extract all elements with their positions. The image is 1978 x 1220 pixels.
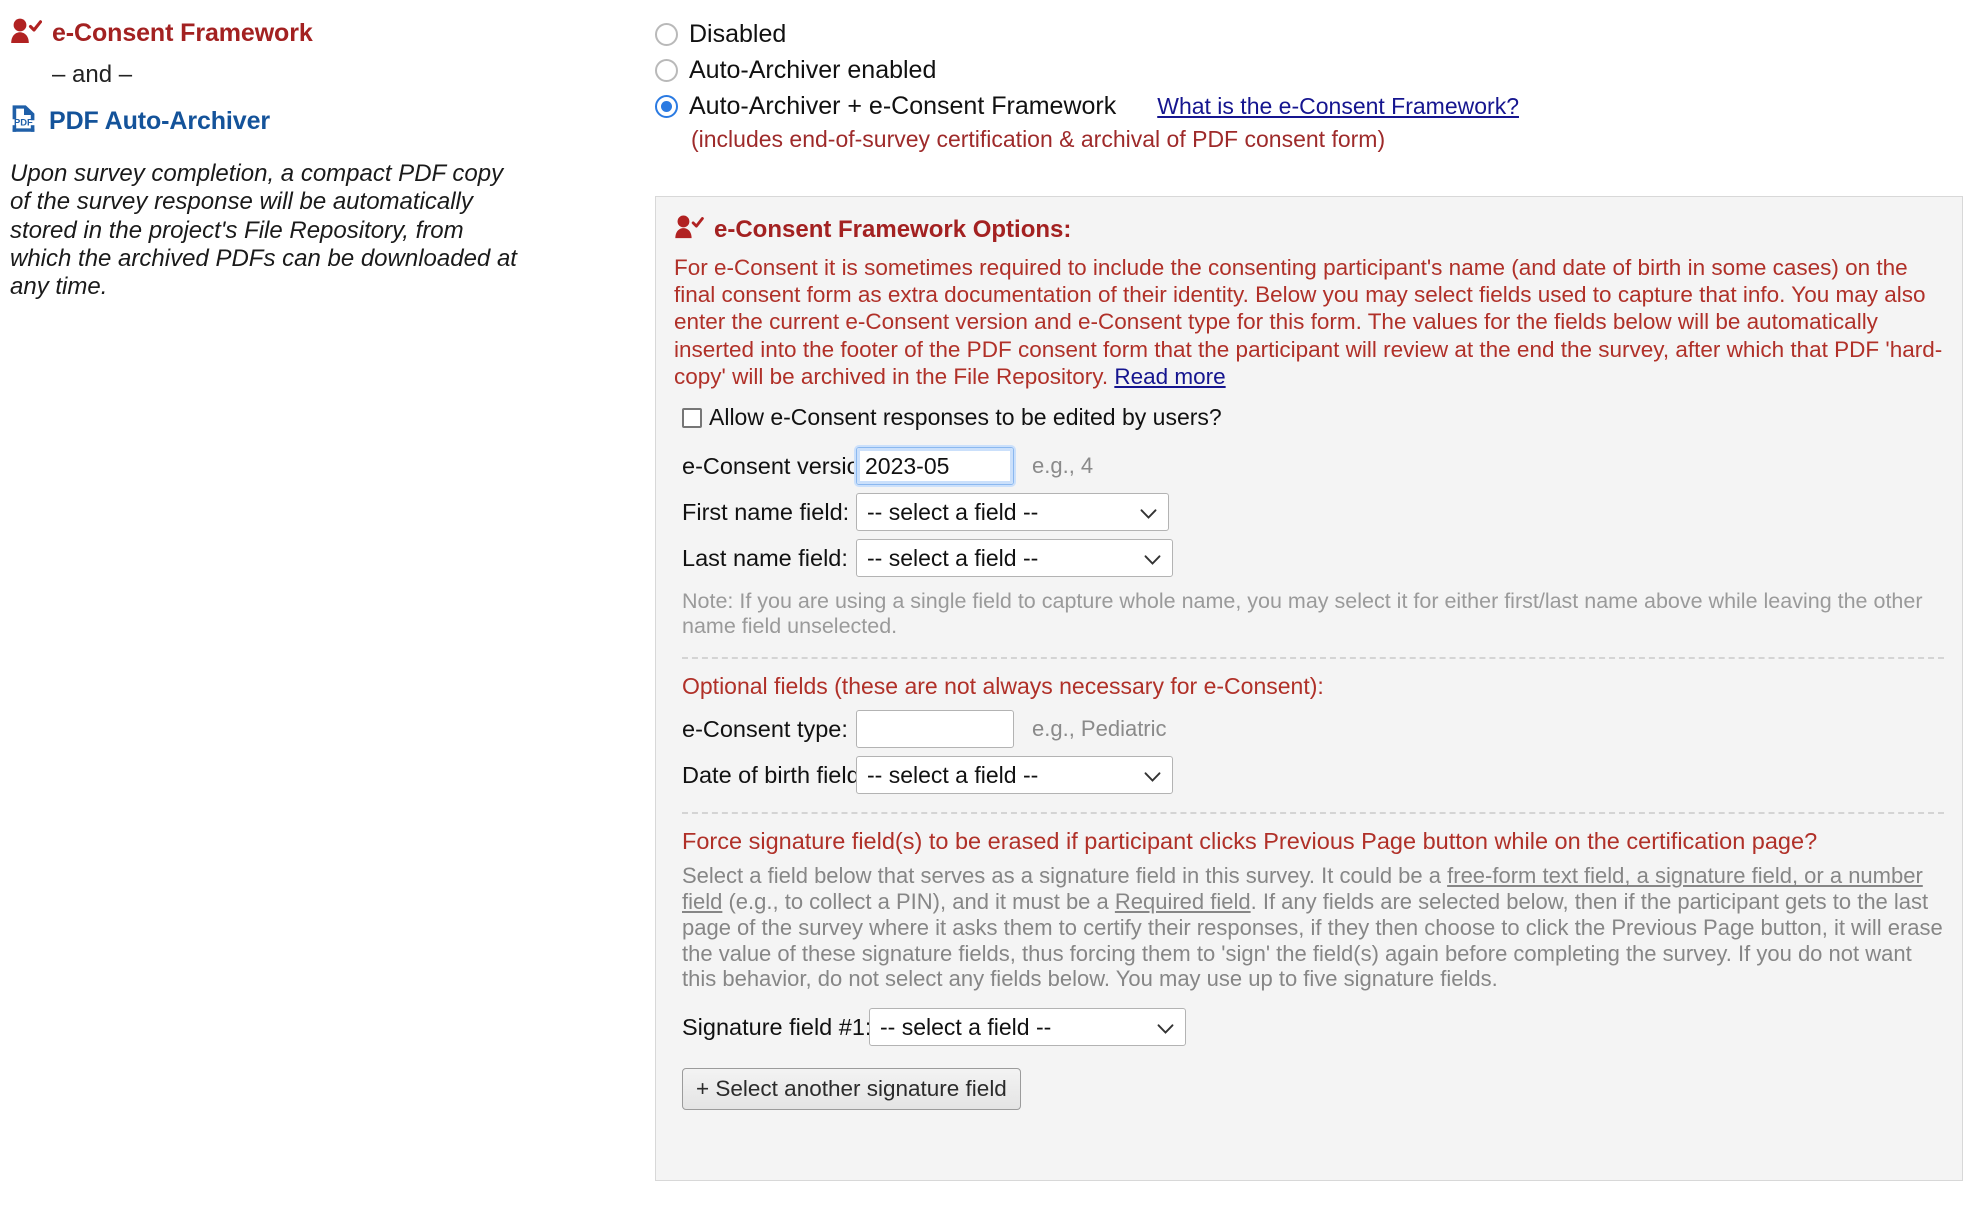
user-check-icon bbox=[10, 18, 43, 49]
what-is-econsent-link[interactable]: What is the e-Consent Framework? bbox=[1157, 93, 1519, 120]
divider-signature bbox=[682, 812, 1944, 815]
optional-fields-heading: Optional fields (these are not always ne… bbox=[682, 673, 1324, 700]
left-description-column: e-Consent Framework – and – PDF PDF Auto… bbox=[10, 18, 630, 302]
signature-desc-part-2: (e.g., to collect a PIN), and it must be… bbox=[722, 889, 1115, 915]
econsent-framework-heading: e-Consent Framework bbox=[10, 18, 630, 49]
radio-option-disabled[interactable]: Disabled bbox=[655, 16, 1965, 52]
force-signature-heading: Force signature field(s) to be erased if… bbox=[682, 828, 1818, 855]
date-of-birth-field-label: Date of birth field: bbox=[682, 761, 867, 788]
chevron-down-icon bbox=[1157, 1014, 1174, 1041]
left-description-text: Upon survey completion, a compact PDF co… bbox=[10, 160, 517, 301]
read-more-link[interactable]: Read more bbox=[1114, 364, 1225, 389]
radio-option-auto-archiver-econsent[interactable]: Auto-Archiver + e-Consent Framework What… bbox=[655, 88, 1965, 124]
first-name-field-label: First name field: bbox=[682, 498, 850, 525]
radio-label-auto-archiver-econsent: Auto-Archiver + e-Consent Framework bbox=[689, 91, 1117, 120]
signature-field-1-select[interactable]: -- select a field -- bbox=[869, 1008, 1186, 1047]
archiver-mode-radio-group[interactable]: Disabled Auto-Archiver enabled Auto-Arch… bbox=[655, 16, 1965, 153]
radio-disabled-icon[interactable] bbox=[655, 22, 678, 46]
econsent-options-panel: e-Consent Framework Options: For e-Conse… bbox=[655, 196, 1963, 1181]
chevron-down-icon bbox=[1144, 762, 1161, 789]
last-name-field-row: Last name field: -- select a field -- bbox=[674, 539, 1944, 578]
econsent-type-input[interactable] bbox=[856, 710, 1014, 749]
panel-heading-row: e-Consent Framework Options: bbox=[674, 215, 1944, 244]
econsent-version-input[interactable] bbox=[856, 447, 1014, 486]
pdf-auto-archiver-heading: PDF PDF Auto-Archiver bbox=[10, 103, 630, 140]
econsent-type-label: e-Consent type: bbox=[682, 715, 848, 742]
panel-description-text: For e-Consent it is sometimes required t… bbox=[674, 255, 1943, 389]
econsent-type-hint: e.g., Pediatric bbox=[1032, 716, 1167, 742]
svg-text:PDF: PDF bbox=[14, 117, 33, 128]
radio-label-disabled: Disabled bbox=[689, 19, 787, 48]
signature-description: Select a field below that serves as a si… bbox=[682, 863, 1944, 992]
panel-description: For e-Consent it is sometimes required t… bbox=[674, 254, 1944, 390]
pdf-file-icon: PDF bbox=[10, 103, 37, 140]
and-separator-label: – and – bbox=[52, 61, 133, 88]
econsent-version-hint: e.g., 4 bbox=[1032, 453, 1094, 479]
add-signature-field-button[interactable]: + Select another signature field bbox=[682, 1068, 1021, 1111]
chevron-down-icon bbox=[1144, 545, 1161, 572]
first-name-field-value: -- select a field -- bbox=[867, 498, 1039, 525]
date-of-birth-field-value: -- select a field -- bbox=[867, 761, 1039, 788]
econsent-framework-title: e-Consent Framework bbox=[52, 19, 313, 47]
signature-desc-part-1: Select a field below that serves as a si… bbox=[682, 863, 1448, 889]
whole-name-note: Note: If you are using a single field to… bbox=[682, 589, 1923, 639]
first-name-field-row: First name field: -- select a field -- bbox=[674, 493, 1944, 532]
divider-optional bbox=[682, 657, 1944, 660]
pdf-auto-archiver-title: PDF Auto-Archiver bbox=[49, 107, 271, 135]
last-name-field-select[interactable]: -- select a field -- bbox=[856, 539, 1173, 578]
first-name-field-select[interactable]: -- select a field -- bbox=[856, 493, 1169, 532]
signature-field-1-label: Signature field #1: bbox=[682, 1013, 872, 1040]
allow-edit-label: Allow e-Consent responses to be edited b… bbox=[709, 404, 1222, 431]
allow-edit-checkbox[interactable] bbox=[682, 407, 702, 428]
radio-auto-archiver-econsent-icon[interactable] bbox=[655, 94, 678, 118]
date-of-birth-field-select[interactable]: -- select a field -- bbox=[856, 756, 1173, 795]
econsent-settings-page: e-Consent Framework – and – PDF PDF Auto… bbox=[0, 0, 1978, 1220]
radio-option-auto-archiver[interactable]: Auto-Archiver enabled bbox=[655, 52, 1965, 88]
last-name-field-value: -- select a field -- bbox=[867, 544, 1039, 571]
econsent-version-label: e-Consent version: bbox=[682, 452, 880, 479]
econsent-version-row: e-Consent version: e.g., 4 bbox=[674, 447, 1944, 486]
user-check-icon bbox=[674, 215, 704, 244]
econsent-type-row: e-Consent type: e.g., Pediatric bbox=[674, 710, 1944, 749]
signature-field-1-value: -- select a field -- bbox=[880, 1013, 1052, 1040]
last-name-field-label: Last name field: bbox=[682, 544, 848, 571]
radio-auto-archiver-icon[interactable] bbox=[655, 58, 678, 82]
required-field-link[interactable]: Required field bbox=[1115, 889, 1251, 914]
radio-subnote: (includes end-of-survey certification & … bbox=[691, 126, 1386, 152]
allow-edit-checkbox-row[interactable]: Allow e-Consent responses to be edited b… bbox=[682, 404, 1944, 431]
chevron-down-icon bbox=[1140, 499, 1157, 526]
signature-field-1-row: Signature field #1: -- select a field -- bbox=[674, 1008, 1944, 1047]
panel-title: e-Consent Framework Options: bbox=[714, 215, 1072, 243]
date-of-birth-field-row: Date of birth field: -- select a field -… bbox=[674, 756, 1944, 795]
radio-label-auto-archiver: Auto-Archiver enabled bbox=[689, 55, 937, 84]
